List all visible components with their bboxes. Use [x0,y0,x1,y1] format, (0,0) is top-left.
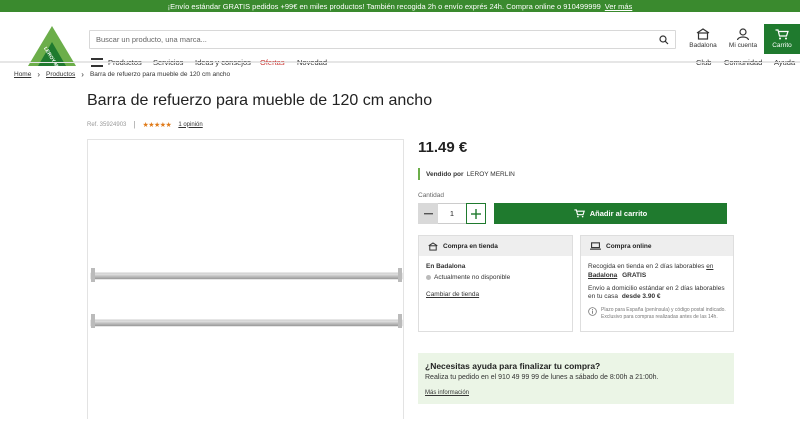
cart-label: Carrito [772,42,792,49]
promo-bar: ¡Envío estándar GRATIS pedidos +99€ en m… [0,0,800,12]
account-label: Mi cuenta [728,42,758,49]
info-icon [588,307,597,316]
availability-status: Actualmente no disponible [426,274,565,283]
product-meta: Ref. 35924903 | ★★★★★ 1 opinión [87,120,203,129]
help-heading: ¿Necesitas ayuda para finalizar tu compr… [425,361,601,371]
breadcrumb: Home › Productos › Barra de refuerzo par… [14,70,230,79]
promo-link[interactable]: Ver más [605,2,633,11]
delivery-note: Plazo para España (península) y código p… [588,307,726,321]
delivery-info: Envío a domicilio estándar en 2 días lab… [588,284,725,301]
add-to-cart-button[interactable]: Añadir al carrito [494,203,727,224]
search-placeholder: Buscar un producto, una marca... [96,35,207,44]
account-button[interactable]: Mi cuenta [724,26,762,50]
help-box: ¿Necesitas ayuda para finalizar tu compr… [418,353,734,404]
store-purchase-card: Compra en tienda En Badalona Actualmente… [418,235,573,332]
product-title: Barra de refuerzo para mueble de 120 cm … [87,92,433,109]
search-input[interactable]: Buscar un producto, una marca... [89,30,676,49]
store-icon [428,241,438,251]
minus-icon [423,212,433,214]
change-store-link[interactable]: Cambiar de tienda [426,291,565,300]
product-ref: Ref. 35924903 [87,121,127,128]
pickup-store-link[interactable]: Badalona [588,272,617,279]
delivery-price: desde 3.90 € [621,293,661,301]
quantity-decrease-button[interactable] [418,203,438,224]
cart-icon [775,29,789,40]
quantity-input[interactable]: 1 [438,203,466,224]
help-text: Realiza tu pedido en el 910 49 99 99 de … [425,374,659,381]
product-price: 11.49 € [418,139,468,156]
reviews-link[interactable]: 1 opinión [178,122,202,128]
header-divider [0,62,800,63]
store-name: En Badalona [426,263,466,270]
store-button[interactable]: Badalona [684,26,722,50]
breadcrumb-home[interactable]: Home [14,71,31,78]
plus-icon [471,208,481,219]
breadcrumb-current: Barra de refuerzo para mueble de 120 cm … [89,71,231,78]
seller-info: Vendido por LEROY MERLIN [418,168,515,180]
cart-button[interactable]: Carrito [764,24,800,54]
store-card-title: Compra en tienda [443,242,498,250]
quantity-stepper: 1 [418,203,486,224]
chevron-right-icon: › [81,70,84,79]
more-info-link[interactable]: Más información [425,390,727,396]
laptop-icon [590,242,601,250]
chevron-right-icon: › [37,70,41,79]
add-to-cart-label: Añadir al carrito [589,209,648,218]
store-card-header: Compra en tienda [419,236,572,256]
store-icon [696,28,710,40]
divider: | [133,120,136,129]
status-dot-icon [426,274,431,280]
promo-text: ¡Envío estándar GRATIS pedidos +99€ en m… [167,1,601,11]
breadcrumb-products[interactable]: Productos [46,71,75,78]
online-card-header: Compra online [581,236,733,256]
pickup-info: Recogida en tienda en 2 días laborables … [588,263,714,279]
sold-by-label: Vendido por [426,170,464,178]
quantity-label: Cantidad [418,192,445,199]
product-image[interactable] [87,139,404,419]
cart-icon [574,209,585,218]
search-icon[interactable] [659,35,669,45]
quantity-increase-button[interactable] [466,203,486,224]
online-purchase-card: Compra online Recogida en tienda en 2 dí… [580,235,734,332]
user-icon [736,28,750,40]
reinforcement-bar-image [90,268,403,328]
store-label: Badalona [689,42,717,49]
online-card-title: Compra online [606,242,652,250]
site-header: LEROY MERLIN Buscar un producto, una mar… [0,12,800,67]
star-rating-icon[interactable]: ★★★★★ [142,121,171,129]
seller-name: LEROY MERLIN [466,170,515,178]
pickup-price: GRATIS [622,271,647,279]
